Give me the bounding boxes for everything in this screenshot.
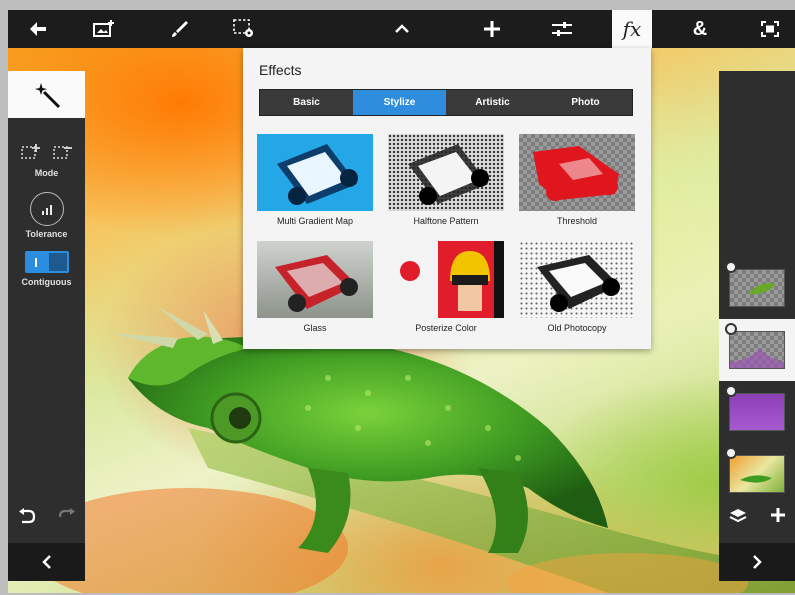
tab-photo[interactable]: Photo: [539, 90, 632, 115]
effect-halftone-pattern[interactable]: Halftone Pattern: [388, 134, 504, 226]
chevron-up-icon[interactable]: [380, 10, 424, 48]
chevron-right-icon: [753, 555, 762, 569]
effects-popover: Effects Basic Stylize Artistic Photo Mul…: [243, 48, 651, 349]
tab-artistic[interactable]: Artistic: [446, 90, 539, 115]
layer-thumbnail: [729, 393, 785, 431]
layer-item[interactable]: [719, 257, 795, 319]
signal-bar: [41, 211, 44, 215]
add-image-icon[interactable]: [82, 10, 126, 48]
leaf-shape: [748, 283, 776, 295]
effect-multi-gradient-map[interactable]: Multi Gradient Map: [257, 134, 373, 226]
purple-gradient-shape: [730, 348, 784, 368]
toggle-off-segment: [46, 251, 69, 273]
tool-options-panel: Mode Tolerance Contiguous: [8, 71, 85, 581]
right-panel-collapse-button[interactable]: [719, 543, 795, 581]
signal-bar: [49, 205, 52, 215]
fit-screen-icon[interactable]: [748, 10, 792, 48]
layers-panel: [719, 71, 795, 581]
effect-label: Halftone Pattern: [413, 216, 479, 226]
layer-item[interactable]: [719, 381, 795, 443]
selection-settings-icon[interactable]: [222, 10, 266, 48]
tab-basic[interactable]: Basic: [260, 90, 353, 115]
brush-icon[interactable]: [158, 10, 202, 48]
mode-options: [8, 144, 85, 159]
layer-visibility-dot[interactable]: [725, 323, 737, 335]
effect-label: Glass: [303, 323, 327, 333]
effect-label: Multi Gradient Map: [276, 216, 354, 226]
layer-item-selected[interactable]: [719, 319, 795, 381]
magic-wand-tool-button[interactable]: [8, 71, 85, 118]
toggle-on-segment: [24, 251, 47, 273]
effect-threshold[interactable]: Threshold: [519, 134, 635, 226]
photo-thumbnail: [740, 475, 772, 483]
layer-visibility-dot[interactable]: [725, 385, 737, 397]
effect-glass[interactable]: Glass: [257, 241, 373, 333]
effect-label: Old Photocopy: [547, 323, 607, 333]
layer-thumbnail: [729, 455, 785, 493]
undo-icon[interactable]: [18, 508, 36, 524]
effect-thumbnail: [257, 241, 373, 318]
fx-button[interactable]: fx: [612, 10, 652, 48]
layers-empty-area: [719, 71, 795, 257]
redo-icon[interactable]: [58, 508, 76, 524]
effect-old-photocopy[interactable]: Old Photocopy: [519, 241, 635, 333]
effect-thumbnail: [388, 241, 504, 318]
selection-add-icon[interactable]: [20, 144, 41, 159]
top-toolbar: fx &: [8, 10, 795, 48]
layer-item[interactable]: [719, 443, 795, 505]
magic-wand-icon: [34, 82, 60, 108]
add-layer-icon[interactable]: [771, 508, 785, 522]
effect-label: Threshold: [556, 216, 598, 226]
signal-bar: [45, 208, 48, 215]
effect-thumbnail: [519, 241, 635, 318]
mode-label: Mode: [34, 168, 59, 178]
effect-label: Posterize Color: [415, 323, 477, 333]
contiguous-label: Contiguous: [21, 277, 72, 287]
layer-actions: [719, 508, 795, 524]
chevron-left-icon: [41, 555, 51, 569]
tolerance-control[interactable]: [29, 192, 64, 226]
layers-icon[interactable]: [729, 508, 747, 524]
effects-tabs: Basic Stylize Artistic Photo: [259, 89, 633, 116]
effect-thumbnail: [519, 134, 635, 211]
plus-icon[interactable]: [470, 10, 514, 48]
layer-thumbnail: [729, 331, 785, 369]
layer-visibility-dot[interactable]: [725, 447, 737, 459]
selection-subtract-icon[interactable]: [52, 144, 73, 159]
effects-title: Effects: [259, 62, 302, 78]
contiguous-toggle[interactable]: [24, 251, 69, 273]
effect-thumbnail: [257, 134, 373, 211]
tolerance-label: Tolerance: [25, 229, 68, 239]
layer-thumbnail: [729, 269, 785, 307]
tab-stylize[interactable]: Stylize: [353, 90, 446, 115]
fx-icon: fx: [622, 17, 642, 41]
history-controls: [8, 508, 85, 524]
effect-posterize-color[interactable]: Posterize Color: [388, 241, 504, 333]
back-arrow-icon[interactable]: [16, 10, 60, 48]
adjustments-icon[interactable]: [540, 10, 584, 48]
effect-thumbnail: [388, 134, 504, 211]
ampersand-icon[interactable]: &: [678, 10, 722, 48]
layer-visibility-dot[interactable]: [725, 261, 737, 273]
left-panel-collapse-button[interactable]: [8, 543, 85, 581]
